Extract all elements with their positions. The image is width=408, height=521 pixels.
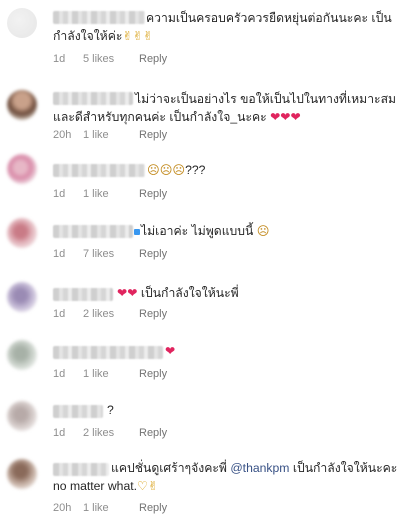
- comment-meta: 20h 1 like Reply: [53, 128, 167, 142]
- reply-button[interactable]: Reply: [139, 367, 167, 381]
- reply-button[interactable]: Reply: [139, 247, 167, 261]
- comment-text: ?: [107, 403, 114, 417]
- like-count[interactable]: 2 likes: [83, 426, 129, 440]
- comment-text: ❤: [53, 342, 400, 360]
- reply-button[interactable]: Reply: [139, 52, 167, 66]
- comment-text: ความเป็นครอบครัวควรยืดหยุ่นต่อกันนะคะ เป…: [53, 11, 392, 43]
- avatar[interactable]: [7, 282, 37, 312]
- comment-text: ☹☹☹???: [147, 163, 206, 177]
- timestamp: 1d: [53, 427, 66, 439]
- comment-meta: 1d 7 likes Reply: [53, 247, 167, 261]
- heart-emoji: ❤❤❤: [270, 110, 301, 124]
- reply-button[interactable]: Reply: [139, 307, 167, 321]
- comment-text: ❤❤ เป็นกำลังใจให้นะพี่: [117, 286, 239, 300]
- comment-meta: 1d 2 likes Reply: [53, 307, 167, 321]
- timestamp: 1d: [53, 188, 66, 200]
- avatar[interactable]: [7, 459, 37, 489]
- sad-face-emoji: ☹: [256, 224, 270, 238]
- sad-face-emoji: ☹☹☹: [147, 163, 186, 177]
- heart-emoji: ❤: [165, 344, 176, 358]
- hands-emoji: ✌✌✌: [122, 29, 154, 43]
- like-count[interactable]: 1 like: [83, 367, 129, 381]
- comment-meta: 1d 1 like Reply: [53, 367, 167, 381]
- avatar[interactable]: [7, 401, 37, 431]
- like-count[interactable]: 2 likes: [83, 307, 129, 321]
- reply-button[interactable]: Reply: [139, 187, 167, 201]
- like-count[interactable]: 1 like: [83, 128, 129, 142]
- comment-meta: 1d 5 likes Reply: [53, 52, 167, 66]
- timestamp: 1d: [53, 53, 66, 65]
- comment-meta: 20h 1 like Reply: [53, 501, 167, 515]
- mention-link[interactable]: @thankpm: [230, 461, 289, 475]
- like-count[interactable]: 7 likes: [83, 247, 129, 261]
- comment-meta: 1d 2 likes Reply: [53, 426, 167, 440]
- heart-emoji: ❤❤: [117, 286, 138, 300]
- like-count[interactable]: 5 likes: [83, 52, 129, 66]
- reply-button[interactable]: Reply: [139, 501, 167, 515]
- like-count[interactable]: 1 like: [83, 187, 129, 201]
- comment-text: แคปชั่นดูเศร้าๆจังคะพี่ @thankpm เป็นกำล…: [53, 461, 401, 493]
- reply-button[interactable]: Reply: [139, 128, 167, 142]
- timestamp: 20h: [53, 129, 72, 141]
- timestamp: 20h: [53, 502, 72, 514]
- timestamp: 1d: [53, 248, 66, 260]
- comment-meta: 1d 1 like Reply: [53, 187, 167, 201]
- avatar[interactable]: [7, 340, 37, 370]
- timestamp: 1d: [53, 368, 66, 380]
- avatar[interactable]: [7, 218, 37, 248]
- heart-hands-emoji: ♡✌: [137, 479, 159, 493]
- avatar[interactable]: [7, 154, 37, 184]
- timestamp: 1d: [53, 308, 66, 320]
- like-count[interactable]: 1 like: [83, 501, 129, 515]
- avatar[interactable]: [7, 90, 37, 120]
- avatar[interactable]: [7, 8, 37, 38]
- comment-text: ไม่ว่าจะเป็นอย่างไร ขอให้เป็นไปในทางที่เ…: [53, 92, 397, 124]
- reply-button[interactable]: Reply: [139, 426, 167, 440]
- comment-text: ไม่เอาค่ะ ไม่พูดแบบนี้ ☹: [141, 224, 270, 238]
